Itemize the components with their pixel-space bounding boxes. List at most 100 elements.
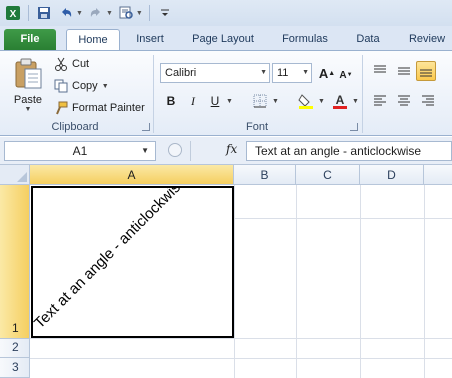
align-middle-icon: [398, 67, 410, 75]
gridline: [296, 185, 297, 378]
font-size-select[interactable]: 11 ▼: [272, 63, 312, 83]
font-name-value: Calibri: [165, 67, 197, 79]
row-header-1[interactable]: 1: [0, 185, 30, 339]
column-header-e[interactable]: [424, 165, 452, 185]
font-color-icon: A: [333, 93, 347, 109]
copy-dropdown-icon[interactable]: ▼: [102, 83, 109, 90]
paste-icon: [15, 58, 42, 89]
column-header-d[interactable]: D: [360, 165, 424, 185]
column-header-c[interactable]: C: [296, 165, 360, 185]
redo-dropdown-icon[interactable]: ▼: [106, 10, 113, 17]
formula-separator: [190, 141, 191, 161]
clipboard-launcher-icon[interactable]: [142, 123, 150, 131]
tab-page-layout[interactable]: Page Layout: [186, 29, 260, 50]
redo-icon[interactable]: [87, 4, 105, 22]
format-painter-icon: [56, 101, 68, 115]
format-painter-label: Format Painter: [72, 102, 145, 114]
align-left-button[interactable]: [370, 91, 390, 111]
row-header-3[interactable]: 3: [0, 358, 30, 378]
align-bottom-button[interactable]: [416, 61, 436, 81]
gridline: [30, 358, 452, 359]
copy-icon: [54, 79, 68, 93]
copy-button[interactable]: Copy ▼: [54, 77, 109, 95]
grow-font-button[interactable]: A ▲: [318, 63, 336, 83]
insert-function-button[interactable]: fx: [226, 142, 237, 156]
formula-bar: A1 ▼ fx Text at an angle - anticlockwise: [0, 137, 452, 165]
tab-formulas[interactable]: Formulas: [276, 29, 334, 50]
name-box[interactable]: A1 ▼: [4, 141, 156, 161]
format-painter-button[interactable]: Format Painter: [54, 99, 145, 117]
grow-font-label: A: [318, 65, 329, 81]
ribbon-tabs: File Home Insert Page Layout Formulas Da…: [0, 26, 452, 51]
tab-home[interactable]: Home: [66, 29, 120, 51]
align-top-icon: [374, 65, 386, 73]
group-separator: [362, 55, 363, 133]
row-header-1-label: 1: [12, 321, 19, 335]
align-center-icon: [398, 95, 410, 106]
cell-a1[interactable]: Text at an angle - anticlockwise: [31, 186, 234, 338]
undo-dropdown-icon[interactable]: ▼: [76, 10, 83, 17]
cut-button[interactable]: Cut: [54, 55, 89, 73]
print-dropdown-icon[interactable]: ▼: [136, 10, 143, 17]
underline-dropdown-icon[interactable]: ▼: [226, 98, 233, 105]
qat-separator-2: [148, 5, 150, 21]
borders-button[interactable]: [250, 91, 270, 111]
align-middle-button[interactable]: [394, 61, 414, 81]
tab-data[interactable]: Data: [350, 29, 386, 50]
align-center-button[interactable]: [394, 91, 414, 111]
bold-button[interactable]: B: [162, 91, 180, 111]
group-separator: [153, 55, 154, 133]
qat-separator: [28, 5, 29, 21]
scissors-icon: [55, 57, 67, 71]
align-left-icon: [374, 95, 386, 106]
formula-bar-toggle-icon[interactable]: [168, 143, 182, 157]
align-right-icon: [422, 95, 434, 106]
shrink-font-label: A: [339, 69, 347, 81]
excel-logo-icon[interactable]: X: [4, 4, 22, 22]
customize-qat-icon[interactable]: [156, 4, 174, 22]
formula-input[interactable]: Text at an angle - anticlockwise: [246, 141, 452, 161]
gridline: [360, 185, 361, 378]
paste-button[interactable]: Paste ▼: [8, 57, 48, 113]
underline-button[interactable]: U: [206, 91, 224, 111]
align-top-button[interactable]: [370, 61, 390, 81]
paste-dropdown-icon[interactable]: ▼: [8, 106, 48, 113]
shrink-font-button[interactable]: A ▼: [338, 65, 354, 85]
select-all-button[interactable]: [0, 165, 30, 185]
font-name-select[interactable]: Calibri ▼: [160, 63, 270, 83]
quick-access-toolbar: X ▼ ▼ ▼: [0, 0, 452, 26]
copy-label: Copy: [72, 80, 98, 92]
row-header-2[interactable]: 2: [0, 339, 30, 358]
clipboard-group-label: Clipboard: [51, 121, 99, 133]
undo-icon[interactable]: [57, 4, 75, 22]
gridline: [30, 338, 452, 339]
font-launcher-icon[interactable]: [350, 123, 358, 131]
row-header-3-label: 3: [12, 360, 19, 374]
italic-button[interactable]: I: [184, 91, 202, 111]
column-header-b[interactable]: B: [234, 165, 296, 185]
align-right-button[interactable]: [418, 91, 438, 111]
save-icon[interactable]: [35, 4, 53, 22]
font-size-dropdown-icon[interactable]: ▼: [302, 64, 309, 82]
tab-insert[interactable]: Insert: [132, 29, 168, 50]
column-header-a[interactable]: A: [30, 165, 234, 185]
tab-file[interactable]: File: [4, 29, 56, 50]
borders-icon: [253, 94, 267, 108]
svg-text:A: A: [336, 93, 345, 107]
name-box-dropdown-icon[interactable]: ▼: [141, 142, 149, 160]
paste-label: Paste: [13, 94, 43, 106]
ribbon-home: Paste ▼ Cut Copy ▼ Format Painter Clipbo…: [0, 50, 452, 136]
gridline: [234, 218, 452, 219]
align-bottom-icon: [420, 69, 432, 77]
fill-color-dropdown-icon[interactable]: ▼: [318, 98, 325, 105]
font-color-dropdown-icon[interactable]: ▼: [352, 98, 359, 105]
font-color-button[interactable]: A: [330, 91, 350, 111]
cut-label: Cut: [72, 58, 90, 70]
print-preview-icon[interactable]: [117, 4, 135, 22]
gridline: [234, 185, 235, 378]
fill-color-button[interactable]: [296, 91, 316, 111]
worksheet-grid: A B C D 1 2 3 Text at an angle - anticlo…: [0, 165, 452, 378]
borders-dropdown-icon[interactable]: ▼: [272, 98, 279, 105]
font-name-dropdown-icon[interactable]: ▼: [260, 64, 267, 82]
tab-review[interactable]: Review: [402, 29, 452, 50]
